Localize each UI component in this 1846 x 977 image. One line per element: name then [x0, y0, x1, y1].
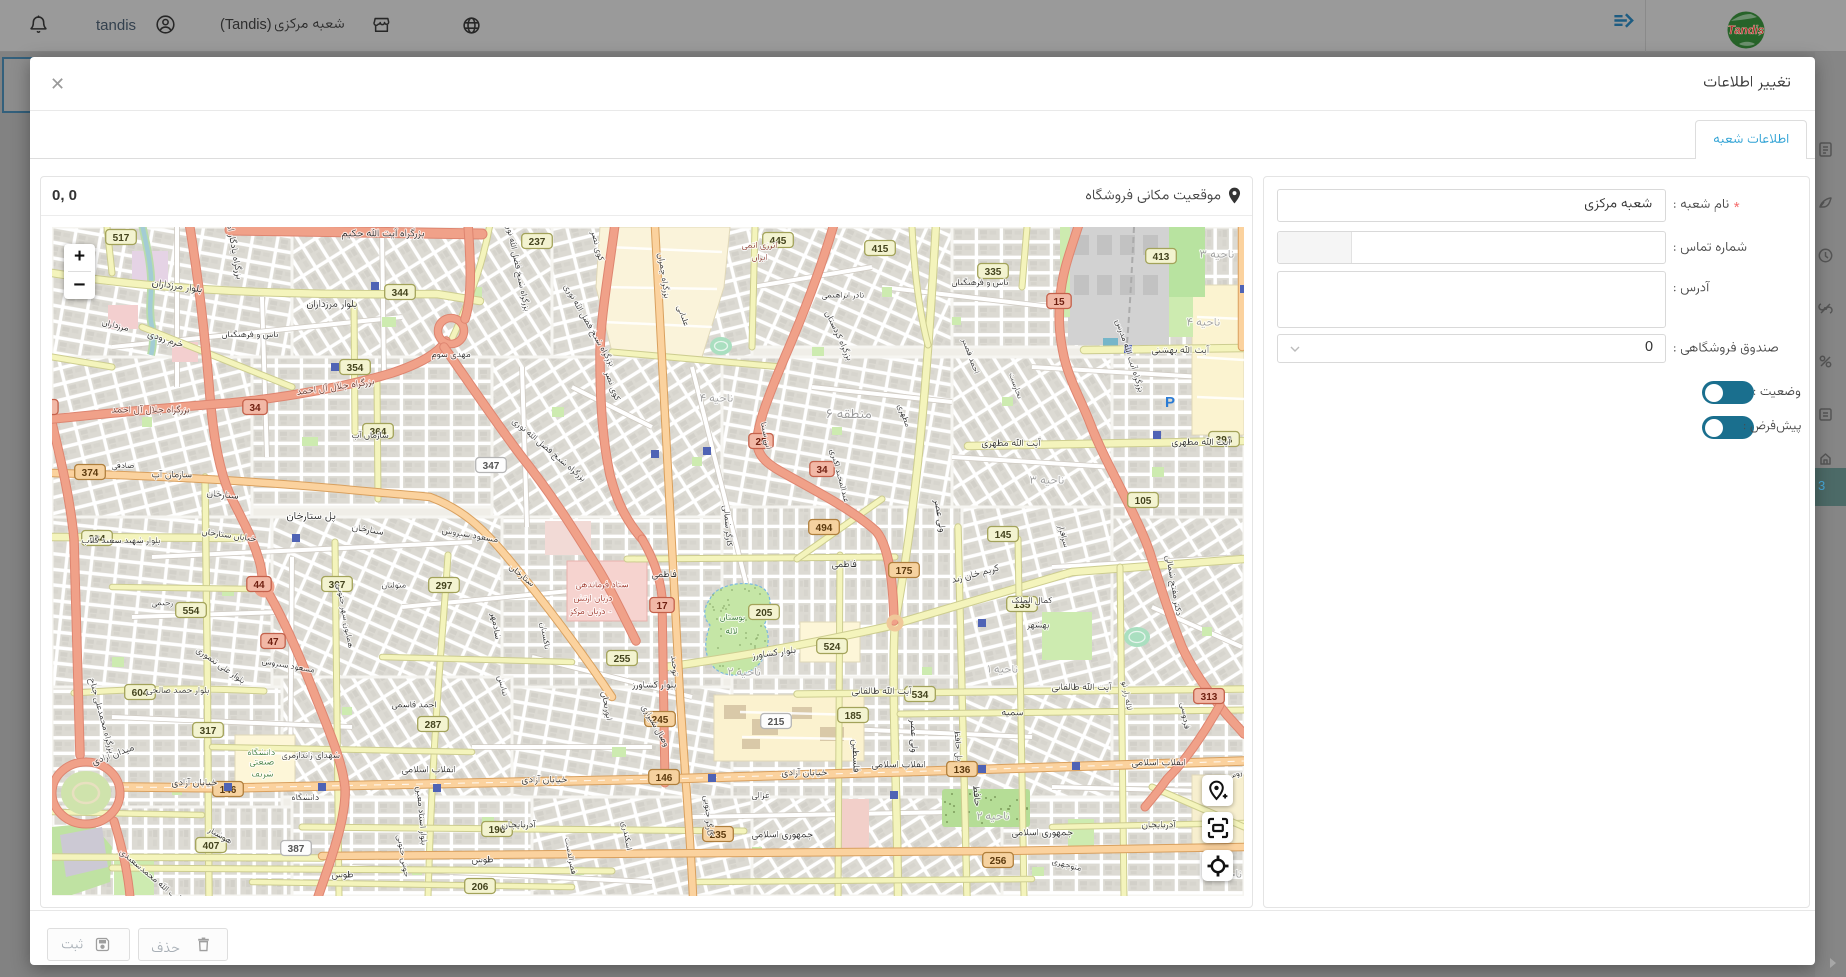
svg-text:237: 237 [529, 237, 546, 248]
svg-text:44: 44 [253, 580, 265, 591]
svg-text:344: 344 [392, 288, 409, 299]
svg-text:255: 255 [614, 654, 631, 665]
svg-text:185: 185 [845, 711, 862, 722]
svg-text:34: 34 [249, 403, 261, 414]
svg-text:146: 146 [656, 773, 673, 784]
svg-text:17: 17 [656, 601, 668, 612]
svg-text:175: 175 [896, 566, 913, 577]
svg-text:Tandis: Tandis [1728, 25, 1765, 37]
svg-text:256: 256 [990, 856, 1007, 867]
svg-text:415: 415 [872, 244, 889, 255]
svg-text:105: 105 [1135, 496, 1152, 507]
svg-text:313: 313 [1201, 692, 1218, 703]
svg-text:354: 354 [347, 363, 364, 374]
svg-text:136: 136 [954, 765, 971, 776]
svg-text:P: P [1165, 394, 1175, 411]
svg-text:317: 317 [200, 726, 217, 737]
svg-text:374: 374 [82, 468, 99, 479]
svg-text:347: 347 [483, 461, 500, 472]
svg-text:554: 554 [183, 606, 200, 617]
svg-text:47: 47 [267, 637, 279, 648]
svg-text:517: 517 [113, 233, 130, 244]
svg-text:494: 494 [816, 523, 833, 534]
svg-text:413: 413 [1153, 252, 1170, 263]
svg-text:145: 145 [995, 530, 1012, 541]
svg-text:524: 524 [824, 642, 841, 653]
svg-text:297: 297 [436, 581, 453, 592]
svg-text:15: 15 [1053, 297, 1065, 308]
svg-text:205: 205 [756, 608, 773, 619]
svg-text:534: 534 [912, 690, 929, 701]
svg-text:206: 206 [472, 882, 489, 893]
svg-text:215: 215 [768, 717, 785, 728]
svg-text:387: 387 [288, 844, 305, 855]
svg-text:287: 287 [425, 720, 442, 731]
